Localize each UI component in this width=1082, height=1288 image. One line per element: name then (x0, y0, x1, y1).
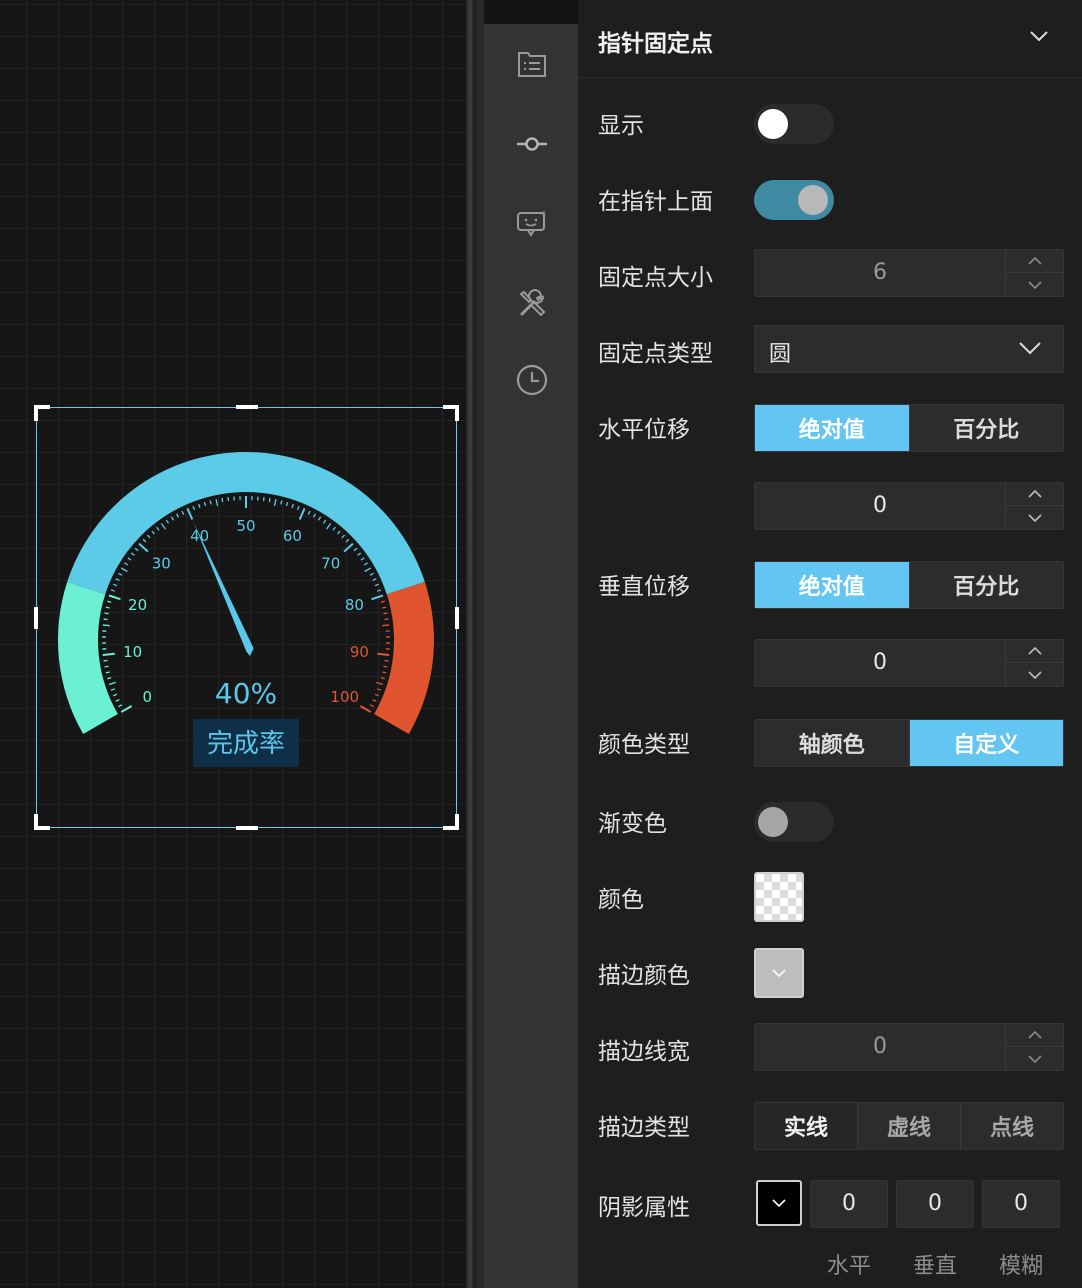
svg-text:x: x (542, 209, 546, 217)
chevron-up-icon[interactable] (1006, 483, 1064, 506)
v-offset-stepper[interactable]: 0 (754, 639, 1064, 687)
v-offset-value[interactable]: 0 (755, 640, 1005, 686)
pointer-dot-icon[interactable] (516, 128, 548, 160)
color-type-label: 颜色类型 (598, 732, 690, 758)
size-stepper[interactable]: 6 (754, 249, 1064, 297)
v-offset-mode: 绝对值 百分比 (754, 561, 1064, 609)
resize-handle-top[interactable] (236, 405, 258, 409)
resize-handle-top-left[interactable] (34, 405, 50, 421)
stroke-width-value[interactable]: 0 (755, 1024, 1005, 1070)
on-top-label: 在指针上面 (598, 189, 713, 215)
chevron-up-icon[interactable] (1006, 250, 1064, 273)
stroke-type-label: 描边类型 (598, 1115, 690, 1141)
resize-handle-left[interactable] (34, 607, 38, 629)
shadow-label: 阴影属性 (598, 1195, 690, 1221)
resize-handle-right[interactable] (455, 607, 459, 629)
h-offset-absolute-option[interactable]: 绝对值 (755, 405, 910, 451)
stroke-color-swatch[interactable] (754, 948, 804, 998)
type-value: 圆 (769, 342, 792, 367)
size-label: 固定点大小 (598, 265, 713, 291)
v-offset-percent-option[interactable]: 百分比 (910, 562, 1064, 608)
stroke-width-stepper[interactable]: 0 (754, 1023, 1064, 1071)
canvas-panel-divider[interactable] (466, 0, 484, 1288)
chevron-down-icon[interactable] (1006, 663, 1064, 686)
color-swatch[interactable] (754, 872, 804, 922)
h-offset-percent-option[interactable]: 百分比 (910, 405, 1064, 451)
type-select[interactable]: 圆 (754, 325, 1064, 373)
resize-handle-bottom[interactable] (236, 826, 258, 830)
property-category-bar: x (484, 24, 578, 1288)
size-value[interactable]: 6 (755, 250, 1005, 296)
resize-handle-bottom-right[interactable] (443, 814, 459, 830)
stroke-type-solid-option[interactable]: 实线 (755, 1103, 858, 1149)
chevron-down-icon[interactable] (1030, 30, 1048, 42)
gradient-label: 渐变色 (598, 811, 667, 837)
shadow-vertical-caption: 垂直 (912, 1254, 957, 1279)
resize-handle-top-right[interactable] (443, 405, 459, 421)
section-title: 指针固定点 (598, 31, 713, 57)
shadow-horizontal-input[interactable]: 0 (810, 1180, 888, 1228)
color-type-custom-option[interactable]: 自定义 (909, 720, 1063, 766)
resize-handle-bottom-left[interactable] (34, 814, 50, 830)
chevron-down-icon (772, 969, 786, 977)
stroke-type-dotted-option[interactable]: 点线 (961, 1103, 1063, 1149)
chevron-down-icon (1019, 342, 1041, 355)
property-panel: 指针固定点 显示 在指针上面 固定点大小 6 固定点类型 圆 水平位移 绝对值 … (578, 0, 1082, 1288)
h-offset-stepper[interactable]: 0 (754, 482, 1064, 530)
clock-icon[interactable] (516, 364, 548, 396)
list-icon[interactable] (516, 48, 548, 80)
chevron-down-icon (772, 1199, 786, 1207)
color-label: 颜色 (598, 887, 644, 913)
h-offset-label: 水平位移 (598, 417, 690, 443)
h-offset-mode: 绝对值 百分比 (754, 404, 1064, 452)
selection-box[interactable] (34, 405, 459, 830)
section-header[interactable]: 指针固定点 (578, 0, 1082, 78)
chevron-down-icon[interactable] (1006, 273, 1064, 296)
chevron-up-icon[interactable] (1006, 640, 1064, 663)
shadow-blur-input[interactable]: 0 (982, 1180, 1060, 1228)
v-offset-absolute-option[interactable]: 绝对值 (755, 562, 910, 608)
h-offset-value[interactable]: 0 (755, 483, 1005, 529)
shadow-blur-caption: 模糊 (998, 1254, 1043, 1279)
show-toggle[interactable] (754, 104, 834, 144)
show-label: 显示 (598, 113, 644, 139)
color-type-mode: 轴颜色 自定义 (754, 719, 1064, 767)
shadow-horizontal-caption: 水平 (826, 1254, 871, 1279)
type-label: 固定点类型 (598, 341, 713, 367)
chevron-up-icon[interactable] (1006, 1024, 1064, 1047)
toggle-knob (758, 109, 788, 139)
tools-icon[interactable] (516, 288, 548, 320)
on-top-toggle[interactable] (754, 180, 834, 220)
v-offset-label: 垂直位移 (598, 574, 690, 600)
shadow-color-swatch[interactable] (756, 1180, 802, 1226)
shadow-vertical-input[interactable]: 0 (896, 1180, 974, 1228)
chevron-down-icon[interactable] (1006, 1047, 1064, 1070)
toggle-knob (798, 185, 828, 215)
chevron-down-icon[interactable] (1006, 506, 1064, 529)
toggle-knob (758, 807, 788, 837)
color-type-axis-option[interactable]: 轴颜色 (755, 720, 910, 766)
stroke-type-dashed-option[interactable]: 虚线 (858, 1103, 961, 1149)
chat-label-icon[interactable]: x (516, 208, 548, 240)
stroke-width-label: 描边线宽 (598, 1039, 690, 1065)
gradient-toggle[interactable] (754, 802, 834, 842)
stroke-type-mode: 实线 虚线 点线 (754, 1102, 1064, 1150)
stroke-color-label: 描边颜色 (598, 963, 690, 989)
